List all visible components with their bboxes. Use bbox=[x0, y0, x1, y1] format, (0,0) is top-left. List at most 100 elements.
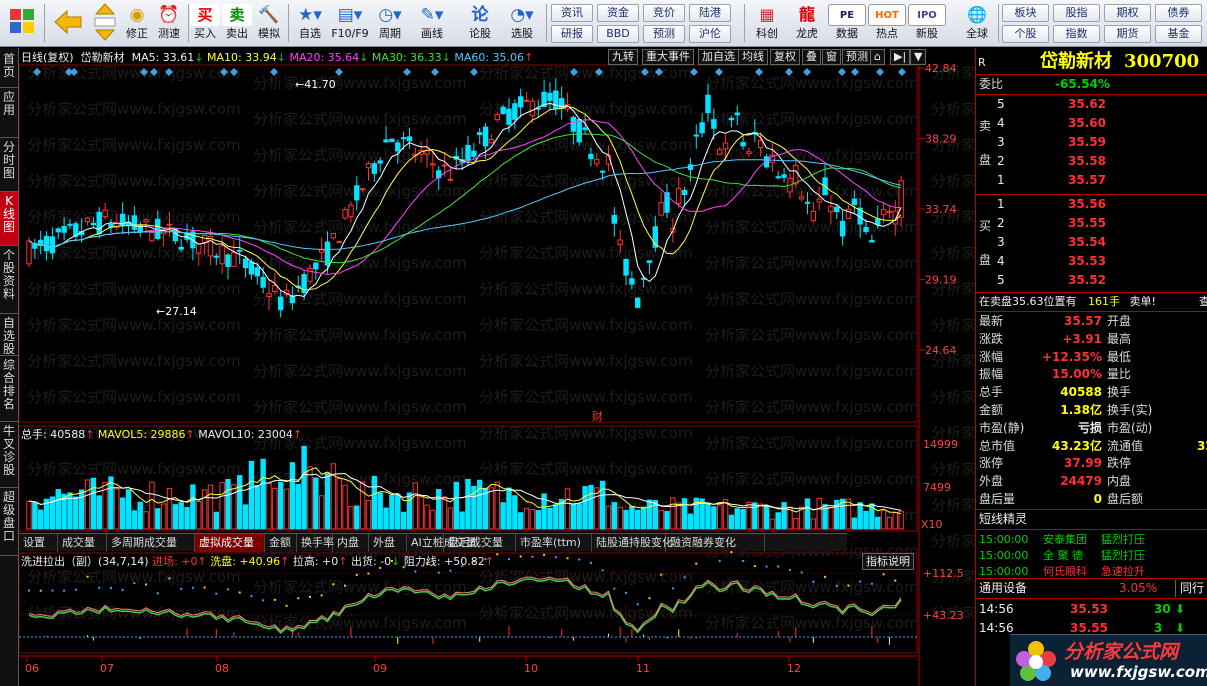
indicator-tab-0[interactable]: 设置 bbox=[19, 534, 58, 552]
sell-level-3[interactable]: 3 35.59 bbox=[976, 134, 1206, 151]
chart-header-button-3[interactable]: 均线 bbox=[738, 49, 768, 65]
indicator-help-button[interactable]: 指标说明 bbox=[862, 553, 914, 570]
chart-header-button-0[interactable]: 九转 bbox=[608, 49, 638, 65]
left-tab-6[interactable]: 综合排名 bbox=[0, 356, 18, 422]
buy-level-3[interactable]: 3 35.54 bbox=[976, 234, 1206, 251]
info-button-0-1[interactable]: 资金 bbox=[597, 4, 639, 22]
indicator-tab-9[interactable]: 盘后成交量 bbox=[444, 534, 516, 552]
big-order-notice[interactable]: 在卖盘35.63位置有 161手 卖单! 查 bbox=[979, 293, 1207, 310]
candle-body bbox=[693, 134, 699, 137]
market-button-1-2[interactable]: 期货 bbox=[1104, 25, 1151, 43]
volume-bar bbox=[512, 495, 518, 530]
indicator-tab-7[interactable]: 外盘 bbox=[369, 534, 407, 552]
watermark-text: 分析家公式网www.fxjgsw.com bbox=[253, 470, 467, 488]
buy-level-1[interactable]: 1 35.56 bbox=[976, 196, 1206, 213]
hot-spot-button[interactable]: HOT 热点 bbox=[868, 2, 906, 45]
indicator-tab-1[interactable]: 成交量 bbox=[58, 534, 107, 552]
discussion-button[interactable]: 论论股 bbox=[462, 2, 498, 45]
globe-button[interactable]: 🌐 全球 bbox=[958, 2, 996, 45]
left-tab-7[interactable]: 牛叉诊股 bbox=[0, 422, 18, 488]
indicator-tab-8[interactable]: AI立桩成交量 bbox=[407, 534, 477, 552]
watermark-text: 分析家公式网www.fxjgsw.com bbox=[253, 578, 467, 596]
left-tab-0[interactable]: 首页 bbox=[0, 50, 18, 88]
chart-header-button-2[interactable]: 加自选 bbox=[698, 49, 739, 65]
chart-header-button-8[interactable]: ⌂ bbox=[870, 49, 885, 65]
indicator-tab-10[interactable]: 市盈率(ttm) bbox=[516, 534, 592, 552]
market-button-0-3[interactable]: 债券 bbox=[1155, 4, 1202, 22]
indicator-tab-3[interactable]: 虚拟成交量 bbox=[195, 534, 265, 552]
chart-header-button-1[interactable]: 重大事件 bbox=[642, 49, 694, 65]
indicator-dot bbox=[800, 571, 803, 574]
sell-level-4[interactable]: 4 35.60 bbox=[976, 115, 1206, 132]
windows-logo-icon[interactable] bbox=[4, 2, 40, 45]
market-button-0-2[interactable]: 期权 bbox=[1104, 4, 1151, 22]
watchlist-button[interactable]: ★▾ 自选 bbox=[292, 2, 328, 45]
back-arrow-icon[interactable] bbox=[50, 2, 86, 45]
candle-body bbox=[395, 142, 401, 152]
buy-level-5[interactable]: 5 35.52 bbox=[976, 272, 1206, 289]
volume-bar bbox=[816, 497, 822, 530]
indicator-tab-6[interactable]: 内盘 bbox=[333, 534, 369, 552]
watermark-text: 分析家公式网www.fxjgsw.com bbox=[705, 470, 919, 488]
dragon-tiger-button[interactable]: 龍龙虎 bbox=[788, 2, 826, 45]
up-down-arrows-icon[interactable] bbox=[90, 2, 120, 45]
left-tab-5[interactable]: 自选股 bbox=[0, 314, 18, 356]
f10-button[interactable]: ▤▾ F10/F9 bbox=[330, 2, 370, 45]
chart-header-button-6[interactable]: 窗 bbox=[822, 49, 841, 65]
market-button-0-1[interactable]: 股指 bbox=[1053, 4, 1100, 22]
indicator-tab-11[interactable]: 陆股通持股变化 bbox=[592, 534, 673, 552]
chart-header-button-4[interactable]: 复权 bbox=[770, 49, 800, 65]
indicator-tab-4[interactable]: 金额 bbox=[265, 534, 297, 552]
ipo-button[interactable]: IPO 新股 bbox=[908, 2, 946, 45]
volume-bar bbox=[78, 489, 85, 530]
info-button-1-1[interactable]: BBD bbox=[597, 25, 639, 43]
left-tab-3[interactable]: K线图 bbox=[0, 192, 18, 246]
revise-button[interactable]: ◉ 修正 bbox=[122, 2, 152, 45]
market-button-1-0[interactable]: 个股 bbox=[1002, 25, 1049, 43]
draw-line-button[interactable]: ✎▾ 画线 bbox=[414, 2, 450, 45]
candle-body bbox=[272, 285, 278, 293]
sell-level-1[interactable]: 1 35.57 bbox=[976, 172, 1206, 189]
candle-body bbox=[196, 243, 202, 254]
short-elves-title[interactable]: 短线精灵 bbox=[979, 511, 1027, 528]
left-tab-4[interactable]: 个股资料 bbox=[0, 246, 18, 314]
sell-level-2[interactable]: 2 35.58 bbox=[976, 153, 1206, 170]
period-button[interactable]: ◷▾ 周期 bbox=[372, 2, 408, 45]
sell-button[interactable]: 卖卖出 bbox=[222, 2, 252, 45]
market-button-0-0[interactable]: 板块 bbox=[1002, 4, 1049, 22]
volume-bar bbox=[108, 476, 114, 530]
indicator-tab-12[interactable]: 融资融券变化 bbox=[666, 534, 765, 552]
indicator-dot bbox=[63, 589, 66, 592]
indicator-tab-5[interactable]: 换手率 bbox=[297, 534, 334, 552]
info-button-0-3[interactable]: 陆港 bbox=[689, 4, 731, 22]
market-button-1-1[interactable]: 指数 bbox=[1053, 25, 1100, 43]
buy-level-2[interactable]: 2 35.55 bbox=[976, 215, 1206, 232]
pe-data-button[interactable]: PE 数据 bbox=[828, 2, 866, 45]
kline-chart-svg[interactable]: 分析家公式网www.fxjgsw.com 分析家公式网www.fxjgsw.com… bbox=[19, 48, 975, 686]
chart-mini-button[interactable]: ▦ 科创 bbox=[748, 2, 786, 45]
elf-row-1[interactable]: 15:00:00 全 聚 德猛烈打压 bbox=[979, 547, 1205, 564]
buy-level-4[interactable]: 4 35.53 bbox=[976, 253, 1206, 270]
left-tab-8[interactable]: 超级盘口 bbox=[0, 488, 18, 556]
stock-picker-button[interactable]: ◔▾ 选股 bbox=[502, 2, 542, 45]
info-button-0-0[interactable]: 资讯 bbox=[551, 4, 593, 22]
chart-header-button-7[interactable]: 预测 bbox=[842, 49, 872, 65]
indicator-tab-2[interactable]: 多周期成交量 bbox=[107, 534, 195, 552]
info-button-1-3[interactable]: 沪伦 bbox=[689, 25, 731, 43]
info-button-1-2[interactable]: 预测 bbox=[643, 25, 685, 43]
buy-button[interactable]: 买买入 bbox=[190, 2, 220, 45]
info-button-1-0[interactable]: 研报 bbox=[551, 25, 593, 43]
left-tab-2[interactable]: 分时图 bbox=[0, 138, 18, 192]
industry-tab-row[interactable]: 通用设备 3.05% 同行 bbox=[979, 580, 1207, 597]
market-button-1-3[interactable]: 基金 bbox=[1155, 25, 1202, 43]
sell-level-5[interactable]: 5 35.62 bbox=[976, 96, 1206, 113]
candle-body bbox=[219, 245, 225, 265]
chart-header-button-9[interactable]: ▶| bbox=[890, 49, 911, 65]
left-tab-1[interactable]: 应用 bbox=[0, 88, 18, 138]
info-button-0-2[interactable]: 竞价 bbox=[643, 4, 685, 22]
chart-header-button-5[interactable]: 叠 bbox=[802, 49, 821, 65]
chart-header-button-10[interactable]: ▼ bbox=[910, 49, 927, 65]
elf-row-0[interactable]: 15:00:00 安泰集团 猛烈打压 bbox=[979, 531, 1205, 548]
speed-test-button[interactable]: ⏰ 测速 bbox=[154, 2, 184, 45]
simulate-button[interactable]: 🔨 模拟 bbox=[254, 2, 284, 45]
